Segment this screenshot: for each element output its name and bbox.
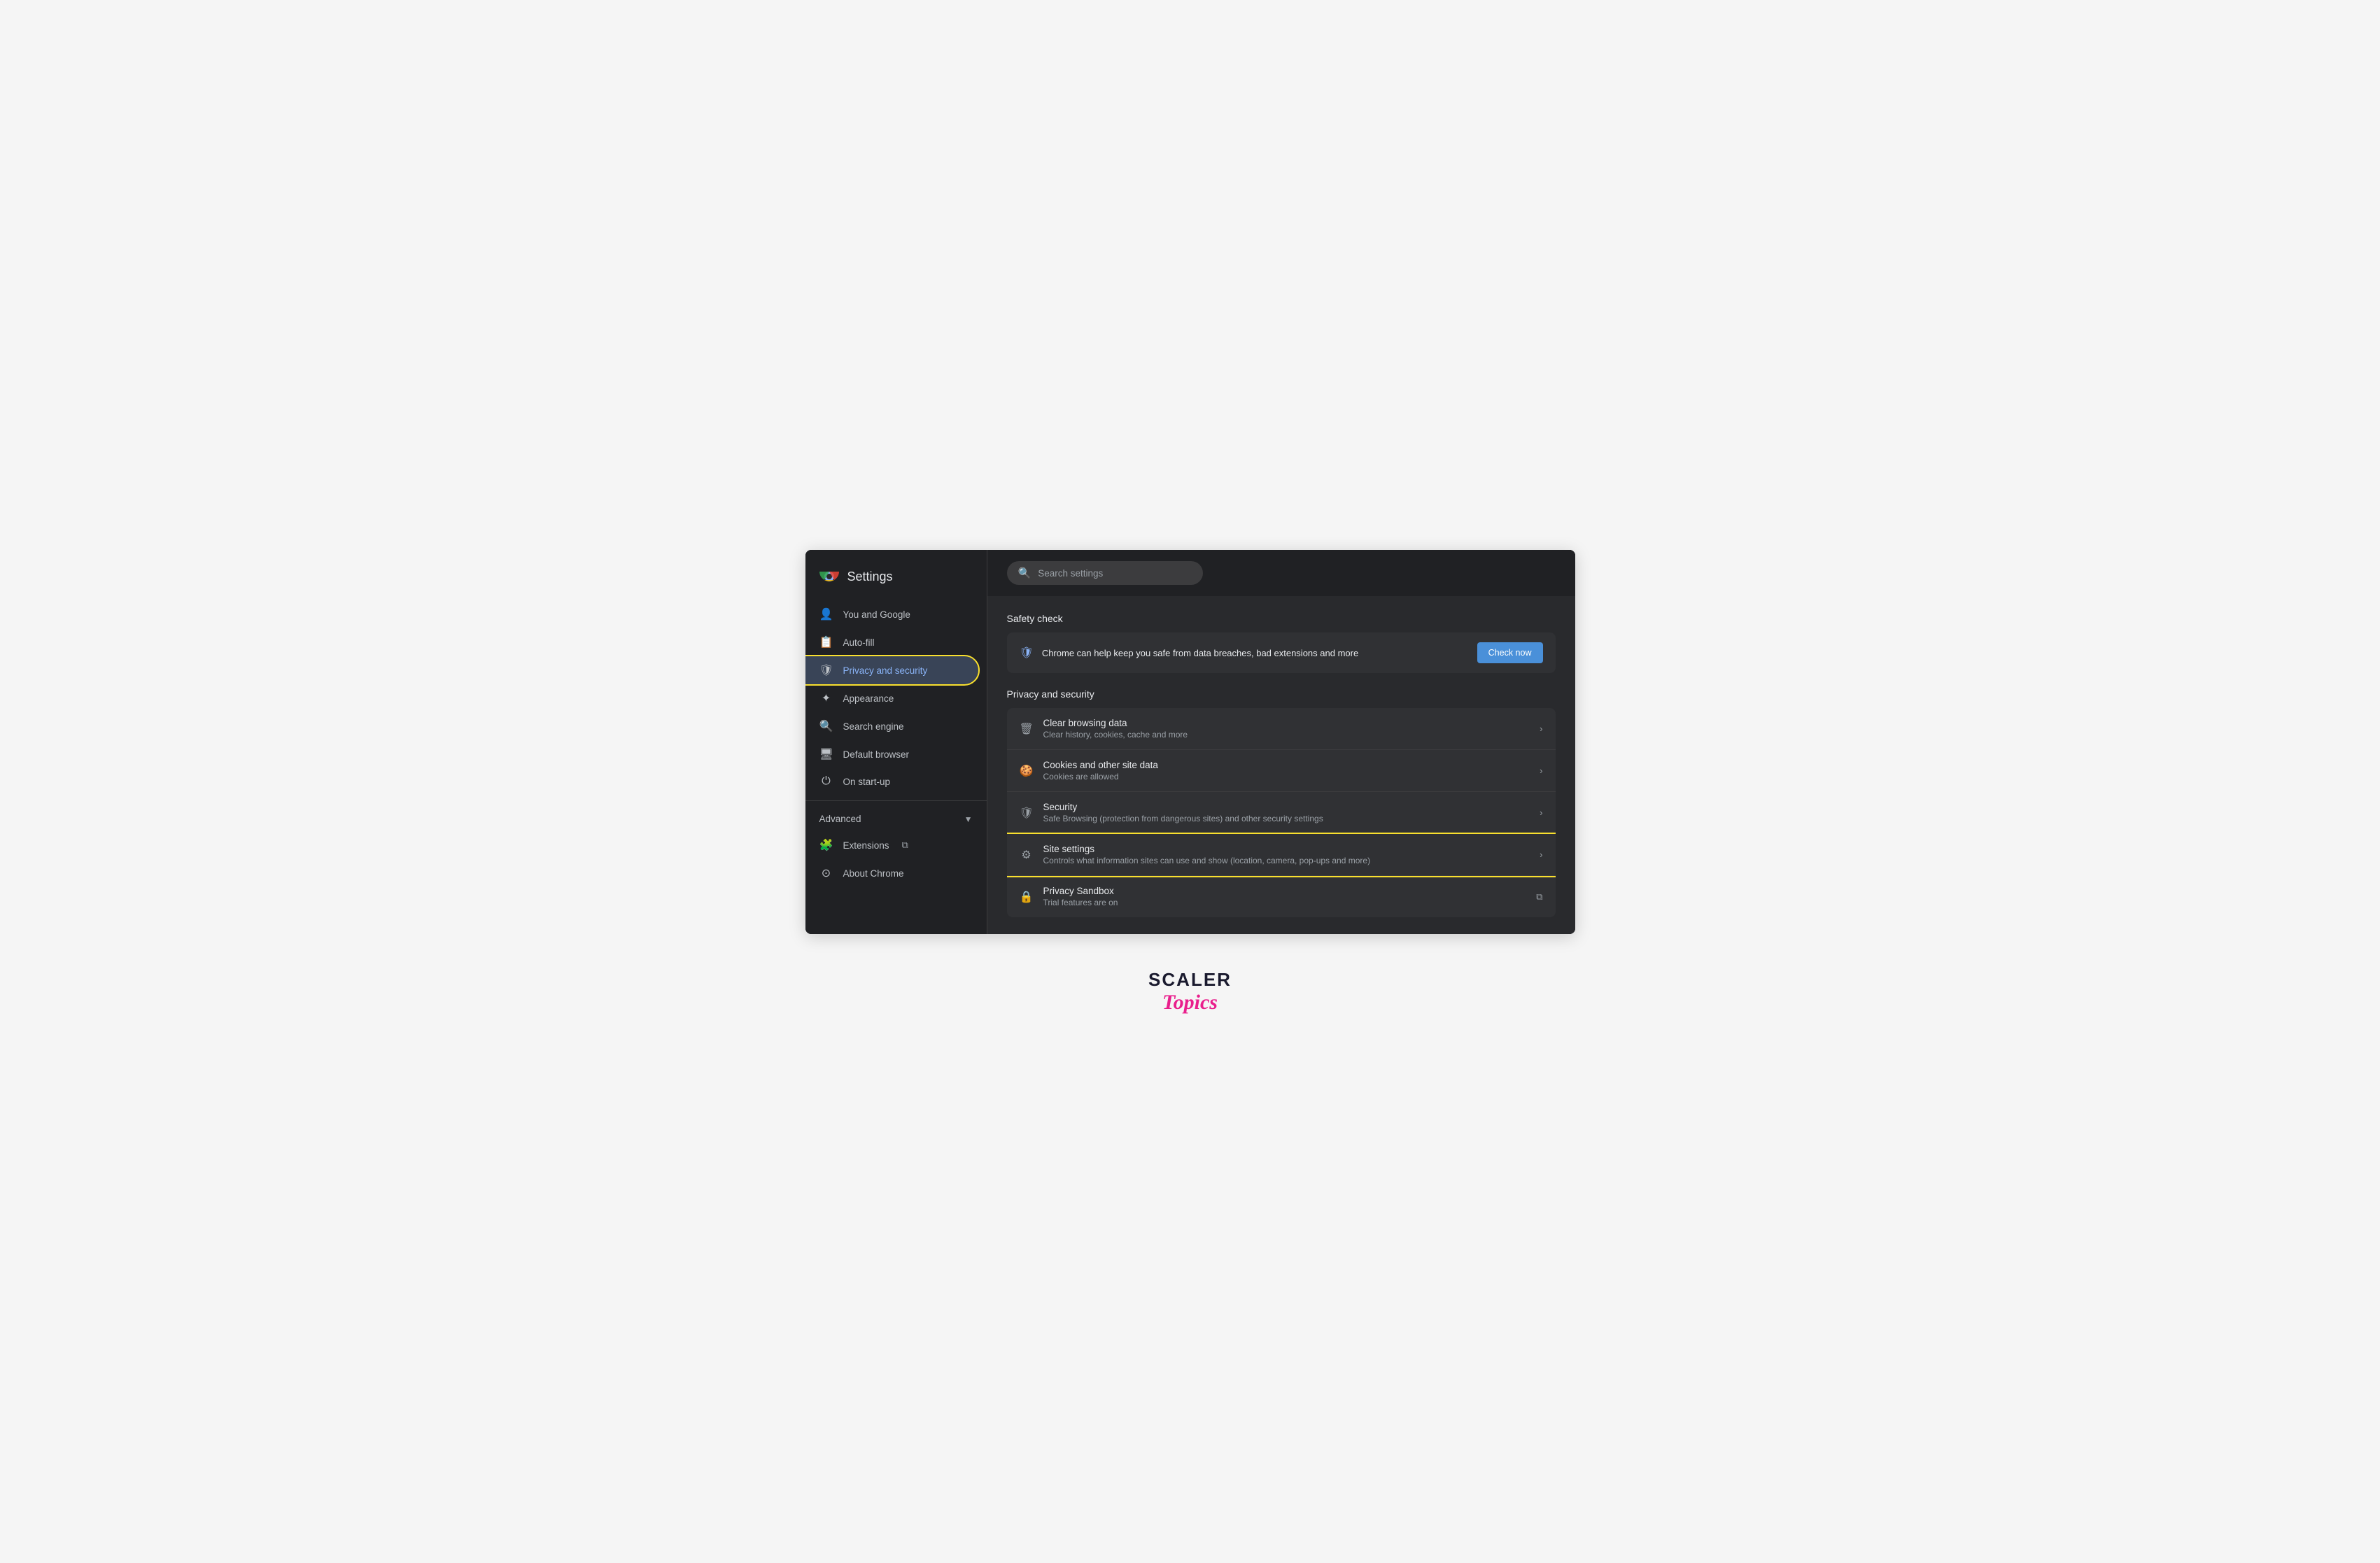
settings-logo: Settings — [805, 561, 987, 600]
sidebar-item-privacy-and-security[interactable]: 🛡 Privacy and security — [805, 656, 978, 684]
search-bar-row: 🔍 — [987, 550, 1575, 596]
advanced-label: Advanced — [819, 814, 861, 824]
sidebar: Settings 👤 You and Google 📋 Auto-fill 🛡 … — [805, 550, 987, 934]
search-bar-icon: 🔍 — [1018, 567, 1031, 579]
security-title: Security — [1043, 802, 1530, 812]
privacy-sandbox-item[interactable]: 🔒 Privacy Sandbox Trial features are on … — [1007, 876, 1556, 917]
cookies-arrow-icon: › — [1540, 765, 1542, 776]
topics-text: Topics — [1162, 992, 1218, 1013]
browser-icon: 🖥 — [819, 747, 833, 761]
safety-check-section-title: Safety check — [1007, 613, 1556, 624]
check-now-button[interactable]: Check now — [1477, 642, 1543, 663]
autofill-icon: 📋 — [819, 635, 833, 649]
sidebar-label-extensions: Extensions — [843, 840, 889, 851]
about-chrome-icon: ⊙ — [819, 866, 833, 880]
site-settings-title: Site settings — [1043, 844, 1530, 854]
settings-title: Settings — [847, 570, 893, 584]
privacy-sandbox-external-icon: ⧉ — [1536, 891, 1542, 903]
search-input[interactable] — [1038, 568, 1191, 579]
cookies-item[interactable]: 🍪 Cookies and other site data Cookies ar… — [1007, 750, 1556, 792]
sidebar-label-on-start-up: On start-up — [843, 777, 891, 787]
sidebar-item-search-engine[interactable]: 🔍 Search engine — [805, 712, 978, 740]
scaler-logo-area: SCALER Topics — [1148, 969, 1232, 1013]
sidebar-item-on-start-up[interactable]: ⏻ On start-up — [805, 768, 978, 795]
site-settings-text: Site settings Controls what information … — [1043, 844, 1530, 865]
site-settings-item[interactable]: ⚙ Site settings Controls what informatio… — [1007, 834, 1556, 876]
clear-data-text: Clear browsing data Clear history, cooki… — [1043, 718, 1530, 740]
search-icon: 🔍 — [819, 719, 833, 733]
sidebar-label-privacy-and-security: Privacy and security — [843, 665, 928, 676]
privacy-section-title: Privacy and security — [1007, 688, 1556, 700]
appearance-icon: ✦ — [819, 691, 833, 705]
main-content: 🔍 Safety check 🛡 Chrome can help keep yo… — [987, 550, 1575, 934]
security-item[interactable]: 🛡 Security Safe Browsing (protection fro… — [1007, 792, 1556, 834]
external-link-icon: ⧉ — [902, 840, 908, 851]
clear-data-subtitle: Clear history, cookies, cache and more — [1043, 730, 1530, 740]
privacy-sandbox-subtitle: Trial features are on — [1043, 898, 1527, 907]
cookies-text: Cookies and other site data Cookies are … — [1043, 760, 1530, 782]
sidebar-item-extensions[interactable]: 🧩 Extensions ⧉ — [805, 831, 978, 859]
chrome-icon — [819, 567, 839, 586]
sidebar-label-auto-fill: Auto-fill — [843, 637, 875, 648]
security-text: Security Safe Browsing (protection from … — [1043, 802, 1530, 823]
sidebar-label-default-browser: Default browser — [843, 749, 910, 760]
safety-check-left: 🛡 Chrome can help keep you safe from dat… — [1020, 646, 1359, 660]
security-icon: 🛡 — [1020, 806, 1034, 820]
clear-data-icon: 🗑 — [1020, 722, 1034, 736]
privacy-sandbox-icon: 🔒 — [1020, 890, 1034, 904]
content-area: Safety check 🛡 Chrome can help keep you … — [987, 596, 1575, 934]
advanced-section[interactable]: Advanced ▼ — [805, 807, 987, 831]
safety-check-card: 🛡 Chrome can help keep you safe from dat… — [1007, 632, 1556, 673]
clear-browsing-data-item[interactable]: 🗑 Clear browsing data Clear history, coo… — [1007, 708, 1556, 750]
sidebar-label-search-engine: Search engine — [843, 721, 904, 732]
person-icon: 👤 — [819, 607, 833, 621]
site-settings-icon: ⚙ — [1020, 848, 1034, 862]
sidebar-label-appearance: Appearance — [843, 693, 894, 704]
sidebar-item-auto-fill[interactable]: 📋 Auto-fill — [805, 628, 978, 656]
settings-layout: Settings 👤 You and Google 📋 Auto-fill 🛡 … — [805, 550, 1575, 934]
extensions-icon: 🧩 — [819, 838, 833, 852]
scaler-text: SCALER — [1148, 969, 1232, 991]
cookies-title: Cookies and other site data — [1043, 760, 1530, 770]
privacy-sandbox-title: Privacy Sandbox — [1043, 886, 1527, 896]
cookies-subtitle: Cookies are allowed — [1043, 772, 1530, 782]
sidebar-item-default-browser[interactable]: 🖥 Default browser — [805, 740, 978, 768]
safety-check-description: Chrome can help keep you safe from data … — [1042, 648, 1358, 658]
startup-icon: ⏻ — [819, 775, 833, 788]
sidebar-divider — [805, 800, 987, 801]
safety-check-icon: 🛡 — [1020, 646, 1034, 660]
privacy-sandbox-text: Privacy Sandbox Trial features are on — [1043, 886, 1527, 907]
search-bar[interactable]: 🔍 — [1007, 561, 1203, 585]
sidebar-label-about-chrome: About Chrome — [843, 868, 904, 879]
site-settings-arrow-icon: › — [1540, 849, 1542, 860]
sidebar-item-appearance[interactable]: ✦ Appearance — [805, 684, 978, 712]
clear-data-title: Clear browsing data — [1043, 718, 1530, 728]
shield-icon: 🛡 — [819, 663, 833, 677]
clear-data-arrow-icon: › — [1540, 723, 1542, 734]
security-arrow-icon: › — [1540, 807, 1542, 818]
scaler-logo: SCALER Topics — [1148, 969, 1232, 1013]
cookies-icon: 🍪 — [1020, 764, 1034, 778]
sidebar-item-about-chrome[interactable]: ⊙ About Chrome — [805, 859, 978, 887]
sidebar-label-you-and-google: You and Google — [843, 609, 910, 620]
privacy-settings-list: 🗑 Clear browsing data Clear history, coo… — [1007, 708, 1556, 917]
sidebar-item-you-and-google[interactable]: 👤 You and Google — [805, 600, 978, 628]
security-subtitle: Safe Browsing (protection from dangerous… — [1043, 814, 1530, 823]
site-settings-subtitle: Controls what information sites can use … — [1043, 856, 1530, 865]
chevron-down-icon: ▼ — [964, 814, 973, 824]
browser-window: Settings 👤 You and Google 📋 Auto-fill 🛡 … — [805, 550, 1575, 934]
